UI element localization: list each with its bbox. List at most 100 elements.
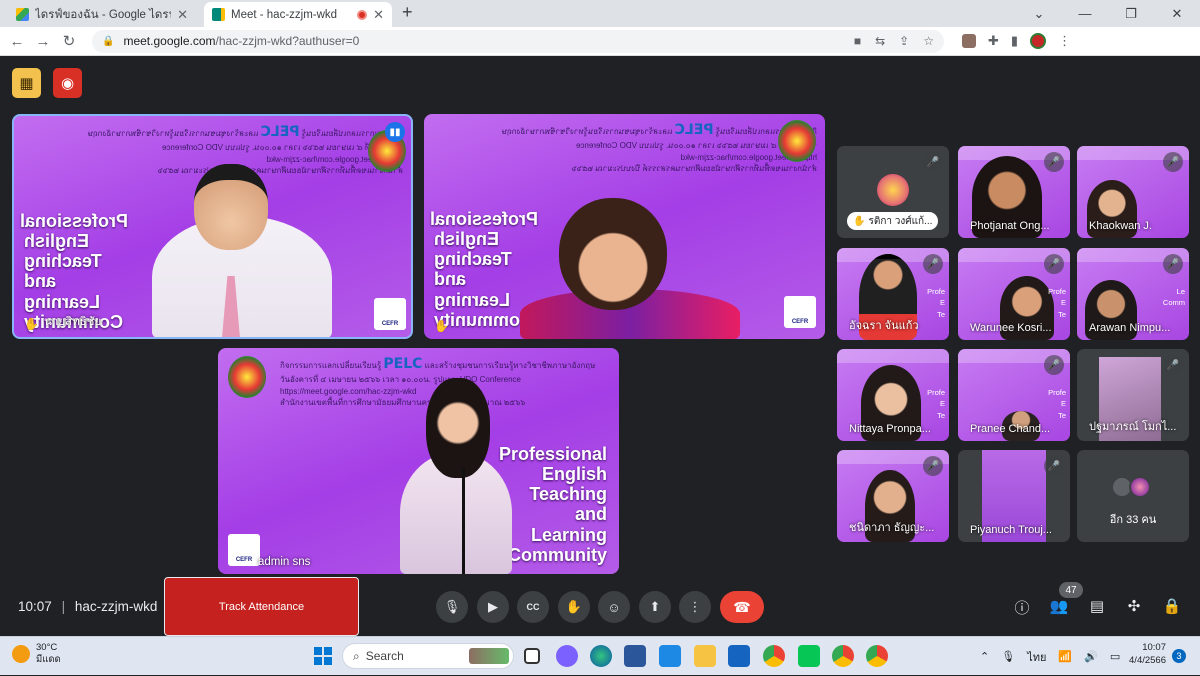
tab-search-icon[interactable]: ⌄ — [1016, 6, 1062, 22]
participant-tile[interactable]: 🎤 ชนิดาภา ธัญญะ... — [837, 450, 949, 542]
l-app-icon[interactable] — [659, 645, 681, 667]
participant-tile[interactable]: 🎤 ✋ รติกา วงศ์แก้... — [837, 146, 949, 238]
participant-tile[interactable]: 🎤 Piyanuch Trouj... — [958, 450, 1070, 542]
present-button[interactable]: ⬆ — [639, 591, 671, 623]
translate-icon[interactable]: ⇆ — [875, 34, 885, 48]
meet-stage: ▦ ◉ กิจกรรมการแลกเปลี่ยนเรียนรู้ PELC แล… — [0, 56, 1200, 636]
muted-mic-icon: 🎤 — [1163, 152, 1183, 172]
people-icon[interactable]: 👥 — [1048, 597, 1070, 615]
word-icon[interactable] — [624, 645, 646, 667]
reload-icon[interactable]: ↻ — [56, 32, 82, 50]
more-options-button[interactable]: ⋮ — [679, 591, 711, 623]
sidepanel-icon[interactable]: ▮ — [1011, 33, 1018, 49]
chrome-profile-icon[interactable] — [832, 645, 854, 667]
muted-mic-icon: 🎤 — [1163, 254, 1183, 274]
extension-icon[interactable] — [962, 34, 976, 48]
chat-app-icon[interactable] — [556, 645, 578, 667]
recording-dot-icon — [357, 9, 368, 20]
chrome-profile-icon[interactable] — [866, 645, 888, 667]
task-view-icon[interactable] — [524, 648, 540, 664]
puzzle-icon[interactable]: ✚ — [988, 33, 999, 49]
meeting-clock: 10:07 — [18, 599, 52, 614]
captions-button[interactable]: CC — [517, 591, 549, 623]
reactions-button[interactable]: ☺ — [598, 591, 630, 623]
url-host: meet.google.com — [123, 34, 216, 48]
participant-tile[interactable]: Le Comm 🎤 Arawan Nimpu... — [1077, 248, 1189, 340]
microphone-button[interactable]: 🎙 — [436, 591, 468, 623]
clock[interactable]: 10:07 4/4/2566 — [1120, 642, 1166, 668]
track-attendance-button[interactable]: Track Attendance — [164, 577, 359, 636]
hand-icon: ✋ — [24, 317, 39, 331]
forward-icon[interactable]: → — [30, 33, 56, 50]
muted-mic-icon: 🎤 — [923, 152, 943, 172]
close-tab-icon[interactable]: ✕ — [373, 7, 384, 23]
wifi-icon[interactable]: 📶 — [1058, 650, 1072, 663]
notification-badge[interactable]: 3 — [1172, 649, 1186, 663]
participant-tile[interactable]: 🎤 ปฐมาภรณ์ โมกไ... — [1077, 349, 1189, 441]
more-participants-tile[interactable]: อีก 33 คน — [1077, 450, 1189, 542]
speaking-indicator-icon: ▮▮ — [385, 122, 405, 142]
back-icon[interactable]: ← — [4, 33, 30, 50]
camera-permission-icon[interactable]: ■ — [854, 34, 861, 48]
muted-mic-icon: 🎤 — [1044, 355, 1064, 375]
edge-icon[interactable] — [590, 645, 612, 667]
bookmark-star-icon[interactable]: ☆ — [923, 34, 934, 48]
participant-tile[interactable]: Profe E Te 🎤 อัจฉรา จันแก้ว — [837, 248, 949, 340]
close-tab-icon[interactable]: ✕ — [177, 7, 188, 23]
system-tray: ⌃ 🎙 ไทย 📶 🔊 ▭ — [980, 637, 1120, 676]
tab-meet[interactable]: Meet - hac-zzjm-wkd ✕ — [204, 2, 392, 27]
raise-hand-button[interactable]: ✋ — [558, 591, 590, 623]
recording-icon[interactable]: ◉ — [53, 68, 82, 98]
school-seal — [228, 356, 266, 398]
share-icon[interactable]: ⇪ — [899, 34, 909, 48]
chrome-icon[interactable] — [763, 645, 785, 667]
new-tab-button[interactable]: + — [402, 2, 413, 23]
weather-desc: มีแดด — [36, 654, 61, 666]
participant-tile[interactable]: 🎤 Khaokwan J. — [1077, 146, 1189, 238]
file-explorer-icon[interactable] — [694, 645, 716, 667]
participant-tile[interactable]: Profe E Te Nittaya Pronpa... — [837, 349, 949, 441]
start-button[interactable] — [314, 647, 332, 665]
browser-tab-strip: ไดรฟ์ของฉัน - Google ไดรฟ์ ✕ Meet - hac-… — [0, 0, 1200, 27]
video-tile-presenter[interactable]: กิจกรรมการแลกเปลี่ยนเรียนรู้ PELC และสร้… — [218, 348, 619, 574]
restore-icon[interactable]: ❐ — [1108, 6, 1154, 22]
tile-side-text: Profe E Te — [927, 287, 945, 319]
profile-avatar-icon[interactable] — [1030, 33, 1047, 49]
mail-icon[interactable] — [728, 645, 750, 667]
close-window-icon[interactable]: ✕ — [1154, 6, 1200, 22]
activities-icon[interactable]: ✣ — [1123, 597, 1145, 615]
video-tile-participant[interactable]: กิจกรรมการแลกเปลี่ยนเรียนรู้ PELC และสร้… — [424, 114, 825, 339]
leave-call-button[interactable]: ☎ — [720, 591, 764, 623]
muted-mic-icon: 🎤 — [1044, 456, 1064, 476]
show-hidden-icons-icon[interactable]: ⌃ — [980, 650, 989, 663]
camera-button[interactable]: ▶ — [477, 591, 509, 623]
lock-icon[interactable]: 🔒 — [102, 36, 114, 47]
video-tile-speaker[interactable]: กิจกรรมการแลกเปลี่ยนเรียนรู้ PELC และสร้… — [12, 114, 413, 339]
minimize-icon[interactable]: — — [1062, 6, 1108, 21]
meeting-code: hac-zzjm-wkd — [74, 599, 158, 614]
host-controls-icon[interactable]: 🔒 — [1161, 597, 1183, 615]
event-banner: กิจกรรมการแลกเปลี่ยนเรียนรู้ PELC และสร้… — [501, 122, 817, 174]
tab-drive[interactable]: ไดรฟ์ของฉัน - Google ไดรฟ์ ✕ — [8, 2, 196, 27]
taskbar-search[interactable]: ⌕ Search — [342, 643, 514, 669]
microphone-tray-icon[interactable]: 🎙 — [1001, 650, 1015, 663]
input-language[interactable]: ไทย — [1027, 648, 1046, 666]
weather-widget[interactable]: 30°C มีแดด — [12, 642, 61, 667]
participant-tile[interactable]: Profe E Te 🎤 Warunee Kosri... — [958, 248, 1070, 340]
participant-tile[interactable]: 🎤 Photjanat Ong... — [958, 146, 1070, 238]
participant-tile[interactable]: Profe E Te 🎤 Pranee Chand... — [958, 349, 1070, 441]
address-bar[interactable]: 🔒 meet.google.com /hac-zzjm-wkd?authuser… — [92, 29, 944, 53]
windows-taskbar: 30°C มีแดด ⌕ Search ⌃ 🎙 ไทย 📶 🔊 ▭ 10:07 … — [0, 636, 1200, 675]
participant-name-chip: ✋ รติกา วงศ์แก้... — [847, 212, 939, 230]
muted-mic-icon: 🎤 — [923, 456, 943, 476]
battery-icon[interactable]: ▭ — [1110, 650, 1120, 663]
meeting-details-icon[interactable]: ⓘ — [1011, 597, 1033, 618]
participant-name: Nittaya Pronpa... — [849, 423, 931, 435]
muted-mic-icon: 🎤 — [923, 254, 943, 274]
menu-kebab-icon[interactable]: ⋮ — [1058, 33, 1071, 49]
captions-off-icon[interactable]: ▦ — [12, 68, 41, 98]
chat-icon[interactable]: ▤ — [1086, 597, 1108, 615]
participant-name: admin sns — [258, 556, 311, 568]
line-icon[interactable] — [798, 645, 820, 667]
volume-icon[interactable]: 🔊 — [1084, 650, 1098, 663]
